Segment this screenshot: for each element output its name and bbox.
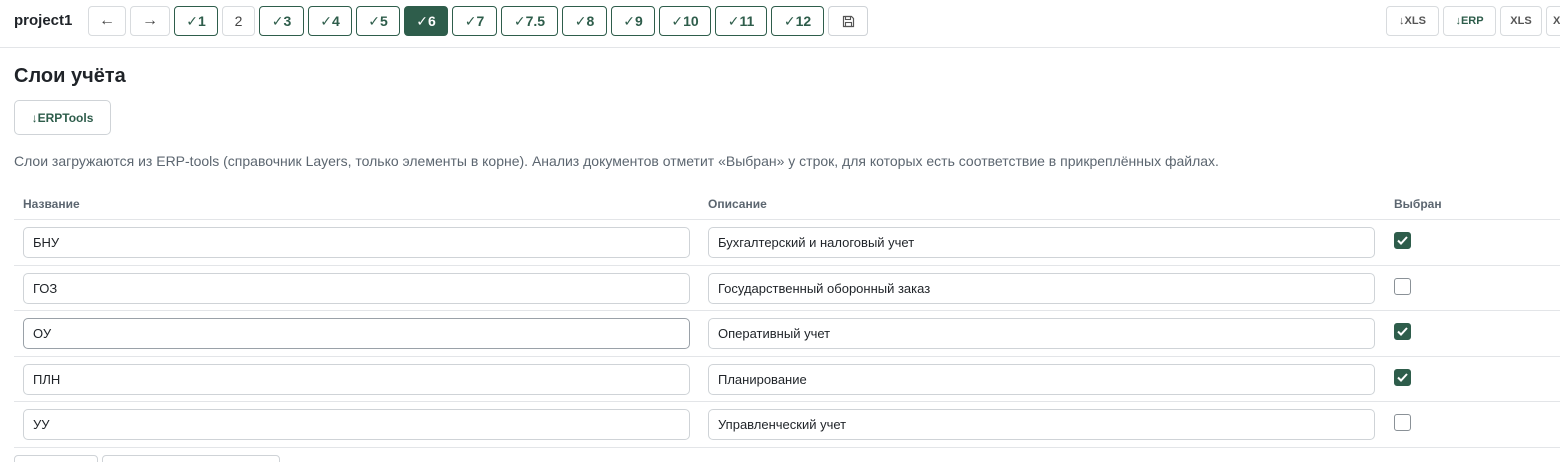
column-header-name: Название	[23, 197, 80, 211]
project-name[interactable]: project1	[14, 12, 72, 29]
step-button-7-5[interactable]: ✓7.5	[501, 6, 558, 36]
save-button[interactable]	[828, 6, 868, 36]
selected-checkbox[interactable]	[1394, 323, 1411, 340]
layer-description-input[interactable]	[708, 409, 1375, 440]
selected-checkbox[interactable]	[1394, 414, 1411, 431]
layer-name-input[interactable]	[23, 318, 690, 349]
save-icon	[842, 15, 854, 27]
step-button-3[interactable]: ✓3	[259, 6, 304, 36]
step-button-10[interactable]: ✓10	[659, 6, 711, 36]
xls-button[interactable]: XLS	[1500, 6, 1542, 36]
step-button-6[interactable]: ✓6	[404, 6, 448, 36]
step-button-9[interactable]: ✓9	[611, 6, 655, 36]
selected-checkbox[interactable]	[1394, 232, 1411, 249]
layer-description-input[interactable]	[708, 363, 1375, 395]
table-row	[14, 311, 1560, 357]
step-button-1[interactable]: ✓1	[174, 6, 218, 36]
step-button-12[interactable]: ✓12	[771, 6, 824, 36]
close-button[interactable]: X	[1546, 6, 1560, 36]
column-header-selected: Выбран	[1394, 197, 1442, 211]
table-row	[14, 357, 1560, 402]
step-button-7[interactable]: ✓7	[452, 6, 497, 36]
check-icon	[1397, 372, 1408, 382]
table-row	[14, 220, 1560, 266]
download-erp-button[interactable]: ↓ERP	[1443, 6, 1496, 36]
step-button-2[interactable]: 2	[222, 6, 255, 36]
check-icon	[1397, 327, 1408, 336]
add-row-button[interactable]	[14, 455, 98, 462]
page-description: Слои загружаются из ERP-tools (справочни…	[14, 153, 1219, 169]
download-xls-button[interactable]: ↓XLS	[1386, 6, 1439, 36]
column-header-description: Описание	[708, 197, 767, 211]
step-button-4[interactable]: ✓4	[308, 6, 352, 36]
back-button[interactable]: ←	[88, 6, 126, 36]
table-row	[14, 402, 1560, 448]
table-row	[14, 266, 1560, 311]
selected-checkbox[interactable]	[1394, 277, 1411, 295]
page-title: Слои учёта	[14, 65, 126, 87]
layer-name-input[interactable]	[23, 272, 690, 304]
table-header: Название Описание Выбран	[14, 190, 1560, 220]
secondary-action-button[interactable]	[102, 455, 280, 462]
step-navigation: ← → ✓1 2 ✓3 ✓4 ✓5 ✓6 ✓7 ✓7.5 ✓8 ✓9 ✓10 ✓…	[88, 6, 868, 36]
forward-button[interactable]: →	[130, 6, 170, 36]
check-icon	[1397, 236, 1408, 245]
layer-name-input[interactable]	[23, 227, 690, 258]
step-button-5[interactable]: ✓5	[356, 6, 400, 36]
layer-description-input[interactable]	[708, 318, 1375, 349]
layer-description-input[interactable]	[708, 227, 1375, 258]
layer-name-input[interactable]	[23, 409, 690, 440]
selected-checkbox[interactable]	[1394, 368, 1411, 386]
table-actions	[14, 455, 280, 462]
export-buttons: ↓XLS ↓ERP XLS X	[1386, 6, 1560, 36]
step-button-11[interactable]: ✓11	[715, 6, 767, 36]
layer-name-input[interactable]	[23, 363, 690, 395]
download-erptools-button[interactable]: ↓ERPTools	[14, 100, 111, 135]
top-toolbar: project1 ← → ✓1 2 ✓3 ✓4 ✓5 ✓6 ✓7 ✓7.5 ✓8…	[0, 0, 1560, 48]
layers-table: Название Описание Выбран	[14, 190, 1560, 448]
layer-description-input[interactable]	[708, 272, 1375, 304]
step-button-8[interactable]: ✓8	[562, 6, 607, 36]
